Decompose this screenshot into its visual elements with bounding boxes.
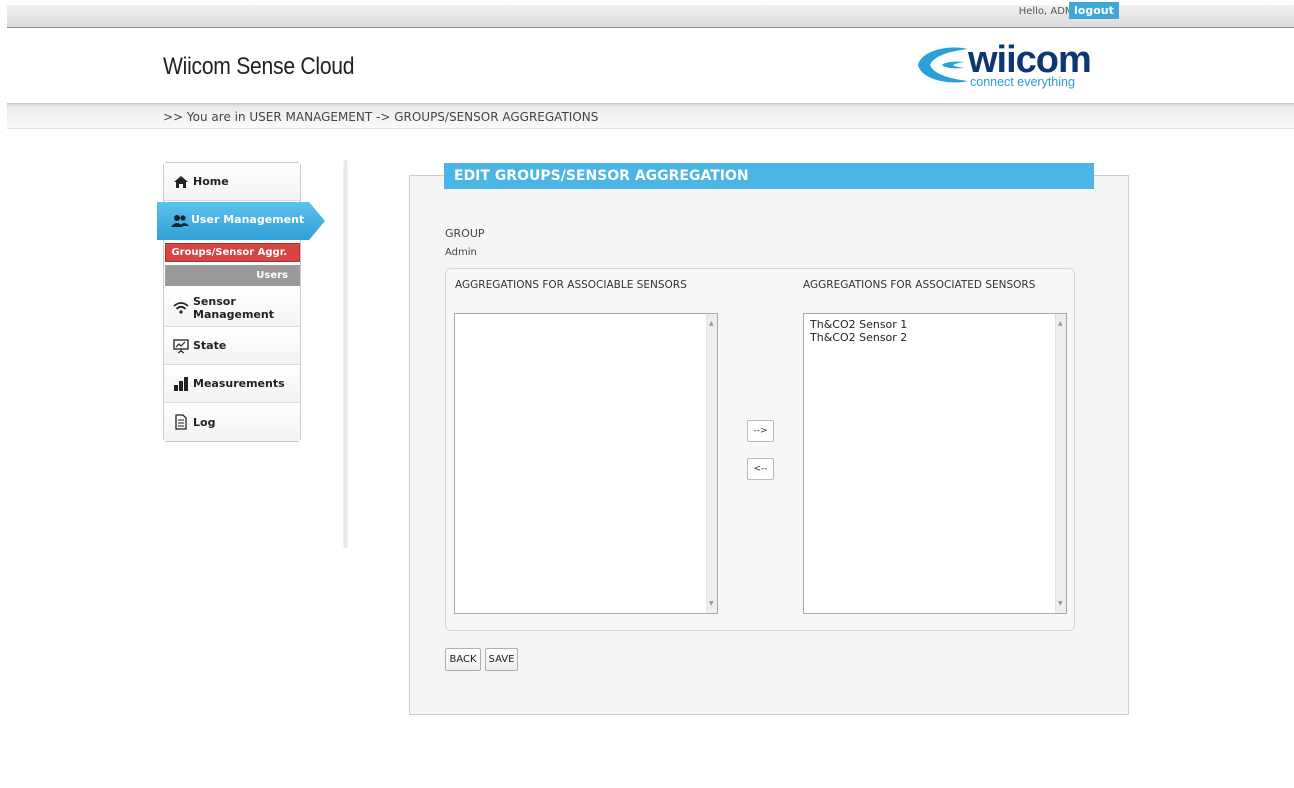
menu-item-log[interactable]: Log bbox=[164, 403, 300, 441]
menu-item-state[interactable]: State bbox=[164, 327, 300, 365]
group-value: Admin bbox=[445, 247, 477, 258]
menu-label-home: Home bbox=[193, 175, 229, 188]
associated-title: AGGREGATIONS FOR ASSOCIATED SENSORS bbox=[803, 279, 1036, 291]
submenu-groups-sensor-aggr[interactable]: Groups/Sensor Aggr. bbox=[165, 243, 300, 262]
menu-label-sensor-management: Sensor Management bbox=[193, 294, 274, 321]
panel-title: EDIT GROUPS/SENSOR AGGREGATION bbox=[444, 163, 1094, 189]
group-label: GROUP bbox=[445, 227, 485, 240]
menu-label-log: Log bbox=[193, 415, 216, 429]
list-scrollbar[interactable]: ▲ ▼ bbox=[706, 314, 717, 613]
users-icon bbox=[171, 213, 189, 232]
monitor-chart-icon bbox=[173, 338, 189, 354]
menu-item-sensor-management[interactable]: Sensor Management bbox=[164, 289, 300, 327]
save-button[interactable]: SAVE bbox=[485, 648, 518, 671]
menu-item-home[interactable]: Home bbox=[164, 163, 300, 201]
list-item[interactable]: Th&CO2 Sensor 1 bbox=[810, 318, 1060, 331]
submenu-users[interactable]: Users bbox=[165, 265, 300, 286]
back-button[interactable]: BACK bbox=[445, 648, 481, 671]
menu-label-measurements: Measurements bbox=[193, 377, 285, 390]
bar-chart-icon bbox=[173, 376, 189, 392]
menu-label-user-management: User Management bbox=[191, 213, 305, 226]
brand-logo: wiicom connect everything bbox=[912, 39, 1117, 89]
logo-swoosh-icon bbox=[918, 47, 968, 83]
menu-item-measurements[interactable]: Measurements bbox=[164, 365, 300, 403]
breadcrumb: >> You are in USER MANAGEMENT -> GROUPS/… bbox=[163, 110, 599, 124]
app-title: Wiicom Sense Cloud bbox=[163, 53, 355, 80]
logo-tagline: connect everything bbox=[970, 75, 1075, 89]
associable-title: AGGREGATIONS FOR ASSOCIABLE SENSORS bbox=[455, 279, 687, 291]
wifi-icon bbox=[173, 300, 189, 316]
menu-label-state: State bbox=[193, 339, 227, 352]
associated-list[interactable]: Th&CO2 Sensor 1 Th&CO2 Sensor 2 ▲ ▼ bbox=[803, 313, 1067, 614]
add-to-associated-button[interactable]: --> bbox=[747, 420, 774, 442]
menu-item-user-management[interactable]: User Management bbox=[157, 202, 325, 240]
home-icon bbox=[173, 174, 189, 190]
list-item[interactable]: Th&CO2 Sensor 2 bbox=[810, 331, 1060, 344]
remove-from-associated-button[interactable]: <-- bbox=[747, 458, 774, 480]
logout-button[interactable]: logout bbox=[1069, 2, 1119, 19]
list-scrollbar[interactable]: ▲ ▼ bbox=[1055, 314, 1066, 613]
document-icon bbox=[173, 414, 189, 430]
associable-list[interactable]: ▲ ▼ bbox=[454, 313, 718, 614]
divider bbox=[343, 160, 348, 548]
